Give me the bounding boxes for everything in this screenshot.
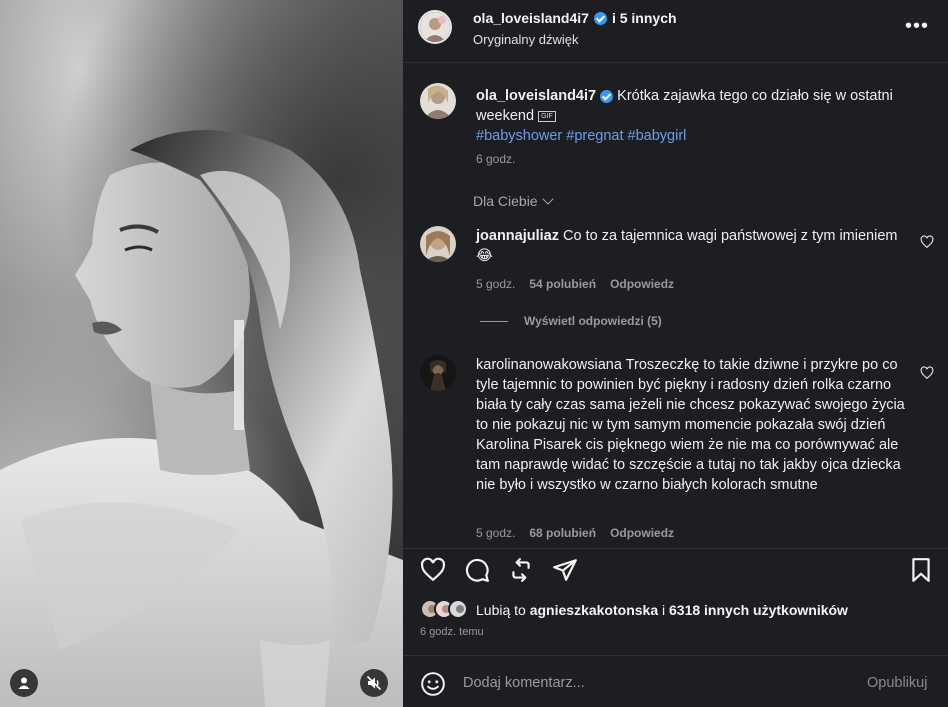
muted-speaker-icon: [366, 675, 382, 691]
comment-meta: 5 godz. 68 polubień Odpowiedz: [476, 526, 674, 540]
author-username[interactable]: ola_loveisland4i7: [473, 10, 589, 26]
likes-count[interactable]: 6318 innych użytkowników: [669, 602, 848, 618]
caption-author-avatar[interactable]: [420, 83, 456, 119]
comment-timestamp: 5 godz.: [476, 526, 516, 540]
comment-text: karolinanowakowsiana Troszeczkę to takie…: [476, 355, 906, 495]
post-header: ola_loveisland4i7 i 5 innych Oryginalny …: [403, 0, 948, 63]
repost-icon[interactable]: [508, 557, 534, 583]
tagged-users-button[interactable]: [10, 669, 38, 697]
likers-avatars: [420, 599, 476, 621]
user-tag-icon: [18, 677, 30, 689]
comment-input[interactable]: [463, 670, 843, 696]
heart-icon[interactable]: [420, 557, 446, 583]
caption-text: ola_loveisland4i7 Krótka zajawka tego co…: [476, 86, 916, 146]
view-replies-button[interactable]: Wyświetl odpowiedzi (5): [480, 314, 662, 328]
comment-body: Troszeczkę to takie dziwne i przykre po …: [476, 357, 905, 493]
likes-user[interactable]: agnieszkakotonska: [530, 602, 658, 618]
caption-hashtags[interactable]: #babyshower #pregnat #babygirl: [476, 128, 686, 144]
caption-verified-badge-icon: [600, 89, 614, 103]
more-options-icon[interactable]: •••: [905, 15, 928, 37]
chevron-down-icon: [541, 193, 554, 205]
caption-timestamp: 6 godz.: [476, 152, 516, 166]
post-video[interactable]: [0, 0, 403, 707]
comment-likes[interactable]: 68 polubień: [529, 526, 596, 540]
likes-middle: i: [658, 602, 669, 618]
likes-prefix: Lubią to: [476, 602, 530, 618]
original-audio-link[interactable]: Oryginalny dźwięk: [473, 32, 579, 47]
caption-username[interactable]: ola_loveisland4i7: [476, 88, 596, 104]
coauthors-link[interactable]: i 5 innych: [612, 10, 677, 26]
comment-reply-button[interactable]: Odpowiedz: [610, 277, 674, 291]
publish-comment-button[interactable]: Opublikuj: [867, 675, 927, 691]
commenter-avatar[interactable]: [420, 226, 456, 262]
verified-badge-icon: [593, 11, 607, 25]
comment-heart-icon[interactable]: [920, 235, 934, 249]
view-replies-label: Wyświetl odpowiedzi (5): [524, 314, 662, 328]
likes-text[interactable]: Lubią to agnieszkakotonska i 6318 innych…: [476, 602, 848, 618]
mute-toggle-button[interactable]: [360, 669, 388, 697]
comment-likes[interactable]: 54 polubień: [529, 277, 596, 291]
comment-username[interactable]: joannajuliaz: [476, 228, 559, 244]
comment-text: joannajuliaz Co to za tajemnica wagi pań…: [476, 226, 906, 266]
gif-emoji-icon: GIF: [538, 110, 556, 122]
post-detail-panel: ola_loveisland4i7 i 5 innych Oryginalny …: [403, 0, 948, 707]
send-icon[interactable]: [552, 557, 578, 583]
replies-divider-line: [480, 320, 508, 322]
comment-timestamp: 5 godz.: [476, 277, 516, 291]
comment-username: karolinanowakowsiana: [476, 357, 622, 373]
emoji-icon[interactable]: [420, 671, 446, 697]
comment-reply-button[interactable]: Odpowiedz: [610, 526, 674, 540]
comments-sort-dropdown[interactable]: Dla Ciebie: [473, 193, 554, 209]
comment-heart-icon[interactable]: [920, 366, 934, 380]
post-action-bar: [403, 548, 948, 588]
likes-summary: Lubią to agnieszkakotonska i 6318 innych…: [420, 599, 848, 621]
video-frame-portrait: [0, 130, 403, 707]
comment-meta: 5 godz. 54 polubień Odpowiedz: [476, 277, 674, 291]
comment-icon[interactable]: [464, 557, 490, 583]
post-timestamp: 6 godz. temu: [420, 626, 484, 638]
commenter-avatar[interactable]: [420, 355, 456, 391]
comment-composer: Opublikuj: [403, 655, 948, 707]
bookmark-icon[interactable]: [908, 557, 934, 583]
author-avatar[interactable]: [418, 10, 452, 44]
comments-sort-label: Dla Ciebie: [473, 193, 538, 209]
liker-avatar: [448, 599, 468, 619]
